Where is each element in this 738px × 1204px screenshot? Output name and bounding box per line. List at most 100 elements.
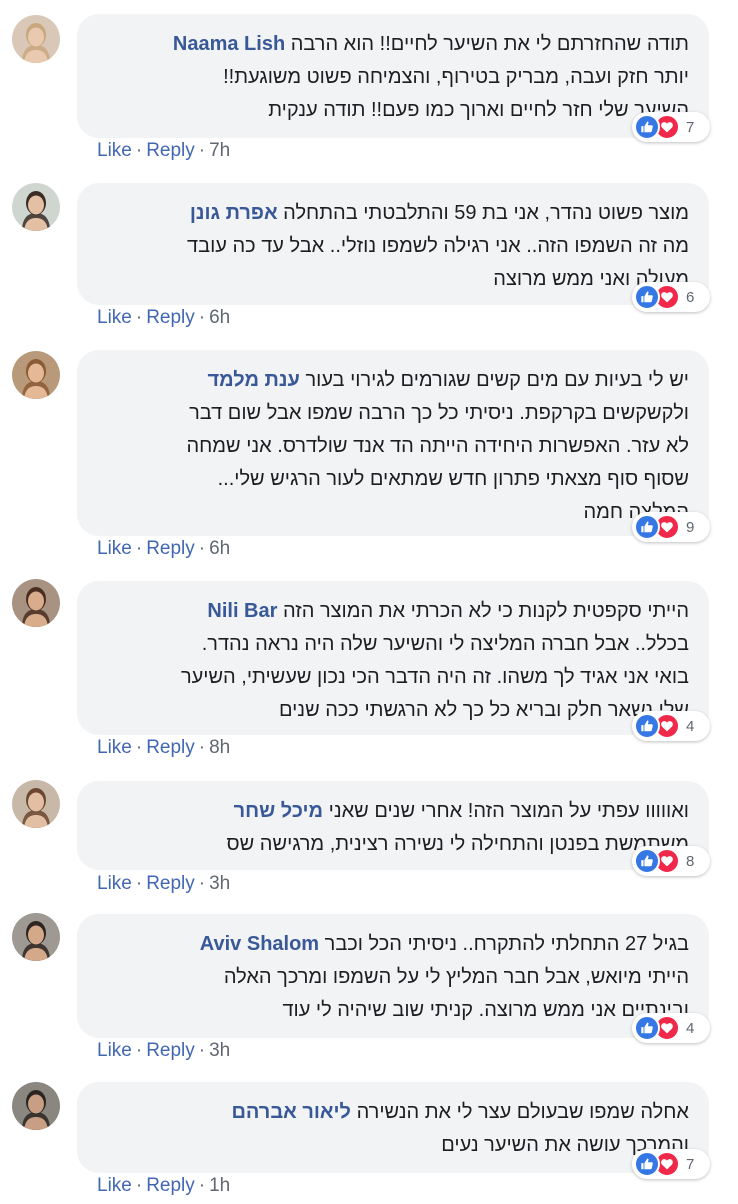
- comment-bubble: ואווווו עפתי על המוצר הזה! אחרי שנים שאנ…: [77, 781, 709, 870]
- reactions-summary[interactable]: 7: [632, 112, 710, 142]
- comment-timestamp[interactable]: 6h: [209, 307, 230, 328]
- comment-actions: Like · Reply · 8h: [97, 737, 230, 759]
- comment-bubble: תודה שהחזרתם לי את השיער לחיים!! הוא הרב…: [77, 14, 709, 138]
- like-reaction-icon: [634, 1015, 660, 1041]
- comment-timestamp[interactable]: 3h: [209, 1040, 230, 1061]
- comment-text-line: יש לי בעיות עם מים קשים שגורמים לגירוי ב…: [97, 364, 689, 397]
- separator-dot: ·: [135, 873, 143, 894]
- separator-dot: ·: [135, 1040, 143, 1061]
- comment-actions: Like · Reply · 3h: [97, 1040, 230, 1062]
- comment-text-line: הייתי מיואש, אבל חבר המליץ לי על השמפו ו…: [223, 966, 689, 988]
- comment-text-line: בכלל.. אבל חברה המליצה לי והשיער שלה היה…: [201, 633, 689, 655]
- reaction-count: 9: [686, 518, 695, 536]
- reply-link[interactable]: Reply: [146, 873, 195, 894]
- reply-link[interactable]: Reply: [146, 140, 195, 161]
- reaction-count: 8: [686, 852, 695, 870]
- comment-bubble: אחלה שמפו שבעולם עצר לי את הנשירה ליאור …: [77, 1082, 709, 1173]
- comment-text: תודה שהחזרתם לי את השיער לחיים!! הוא הרב…: [290, 33, 689, 55]
- reactions-summary[interactable]: 6: [632, 282, 710, 312]
- reaction-count: 7: [686, 1155, 695, 1173]
- like-reaction-icon: [634, 284, 660, 310]
- comment-text-line: מה זה השמפו הזה.. אני רגילה לשמפו נוזלי.…: [187, 235, 689, 257]
- like-link[interactable]: Like: [97, 140, 132, 161]
- comment-text: יש לי בעיות עם מים קשים שגורמים לגירוי ב…: [305, 369, 689, 391]
- comment-actions: Like · Reply · 3h: [97, 873, 230, 895]
- comment-text-line: בגיל 27 התחלתי להתקרח.. ניסיתי הכל וכבר …: [97, 928, 689, 961]
- reply-link[interactable]: Reply: [146, 1040, 195, 1061]
- author-name[interactable]: Nili Bar: [207, 600, 277, 622]
- author-name[interactable]: ענת מלמד: [207, 369, 299, 391]
- like-reaction-icon: [634, 848, 660, 874]
- separator-dot: ·: [198, 1040, 206, 1061]
- like-reaction-icon: [634, 514, 660, 540]
- reactions-summary[interactable]: 9: [632, 512, 710, 542]
- author-name[interactable]: Naama Lish: [173, 33, 285, 55]
- comment-text-line: הייתי סקפטית לקנות כי לא הכרתי את המוצר …: [97, 595, 689, 628]
- comment-actions: Like · Reply · 7h: [97, 140, 230, 162]
- like-link[interactable]: Like: [97, 737, 132, 758]
- reply-link[interactable]: Reply: [146, 1175, 195, 1196]
- author-name[interactable]: ליאור אברהם: [231, 1101, 351, 1123]
- comment-text-line: ולקשקשים בקרקפת. ניסיתי כל כך הרבה שמפו …: [189, 402, 689, 424]
- like-reaction-icon: [634, 114, 660, 140]
- like-link[interactable]: Like: [97, 307, 132, 328]
- separator-dot: ·: [198, 737, 206, 758]
- avatar[interactable]: [12, 351, 60, 399]
- comment-text-line: תודה שהחזרתם לי את השיער לחיים!! הוא הרב…: [97, 28, 689, 61]
- reactions-summary[interactable]: 8: [632, 846, 710, 876]
- comment-bubble: מוצר פשוט נהדר, אני בת 59 והתלבטתי בהתחל…: [77, 183, 709, 305]
- comment-text-line: שסוף סוף מצאתי פתרון חדש שמתאים לעור הרג…: [217, 468, 689, 490]
- like-link[interactable]: Like: [97, 1175, 132, 1196]
- comment-timestamp[interactable]: 7h: [209, 140, 230, 161]
- separator-dot: ·: [135, 1175, 143, 1196]
- separator-dot: ·: [135, 307, 143, 328]
- reaction-count: 4: [686, 717, 695, 735]
- comment-actions: Like · Reply · 1h: [97, 1175, 230, 1197]
- avatar[interactable]: [12, 579, 60, 627]
- reactions-summary[interactable]: 4: [632, 711, 710, 741]
- reply-link[interactable]: Reply: [146, 538, 195, 559]
- author-name[interactable]: מיכל שחר: [234, 800, 323, 822]
- author-name[interactable]: אפרת גונן: [190, 202, 278, 224]
- separator-dot: ·: [198, 1175, 206, 1196]
- avatar[interactable]: [12, 780, 60, 828]
- comment-text: ואווווו עפתי על המוצר הזה! אחרי שנים שאנ…: [328, 800, 689, 822]
- comment-actions: Like · Reply · 6h: [97, 307, 230, 329]
- comment-text-line: שלי נשאר חלק ובריא כל כך לא הרגשתי ככה ש…: [278, 699, 689, 721]
- separator-dot: ·: [198, 873, 206, 894]
- avatar[interactable]: [12, 913, 60, 961]
- author-name[interactable]: Aviv Shalom: [200, 933, 319, 955]
- comment-text-line: השיער שלי חזר לחיים וארוך כמו פעם!! תודה…: [268, 99, 689, 121]
- comment-bubble: יש לי בעיות עם מים קשים שגורמים לגירוי ב…: [77, 350, 709, 536]
- comment-text: מוצר פשוט נהדר, אני בת 59 והתלבטתי בהתחל…: [283, 202, 689, 224]
- separator-dot: ·: [198, 307, 206, 328]
- like-link[interactable]: Like: [97, 1040, 132, 1061]
- avatar[interactable]: [12, 1082, 60, 1130]
- like-reaction-icon: [634, 713, 660, 739]
- like-reaction-icon: [634, 1151, 660, 1177]
- comment-timestamp[interactable]: 3h: [209, 873, 230, 894]
- comment-timestamp[interactable]: 8h: [209, 737, 230, 758]
- comment-text-line: מוצר פשוט נהדר, אני בת 59 והתלבטתי בהתחל…: [97, 197, 689, 230]
- comment-text-line: יותר חזק ועבה, מבריק בטירוף, והצמיחה פשו…: [223, 66, 689, 88]
- separator-dot: ·: [135, 737, 143, 758]
- avatar[interactable]: [12, 183, 60, 231]
- comment-timestamp[interactable]: 6h: [209, 538, 230, 559]
- comment-text: הייתי סקפטית לקנות כי לא הכרתי את המוצר …: [282, 600, 689, 622]
- separator-dot: ·: [135, 538, 143, 559]
- avatar[interactable]: [12, 15, 60, 63]
- like-link[interactable]: Like: [97, 538, 132, 559]
- reply-link[interactable]: Reply: [146, 307, 195, 328]
- reaction-count: 4: [686, 1019, 695, 1037]
- reply-link[interactable]: Reply: [146, 737, 195, 758]
- reaction-count: 6: [686, 288, 695, 306]
- comment-bubble: הייתי סקפטית לקנות כי לא הכרתי את המוצר …: [77, 581, 709, 735]
- comment-text-line: ובינתיים אני ממש מרוצה. קניתי שוב שיהיה …: [282, 999, 689, 1021]
- separator-dot: ·: [135, 140, 143, 161]
- comment-text-line: המלצה חמה: [583, 501, 689, 523]
- comment-text-line: ואווווו עפתי על המוצר הזה! אחרי שנים שאנ…: [97, 795, 689, 828]
- reactions-summary[interactable]: 7: [632, 1149, 710, 1179]
- comment-timestamp[interactable]: 1h: [209, 1175, 230, 1196]
- like-link[interactable]: Like: [97, 873, 132, 894]
- reactions-summary[interactable]: 4: [632, 1013, 710, 1043]
